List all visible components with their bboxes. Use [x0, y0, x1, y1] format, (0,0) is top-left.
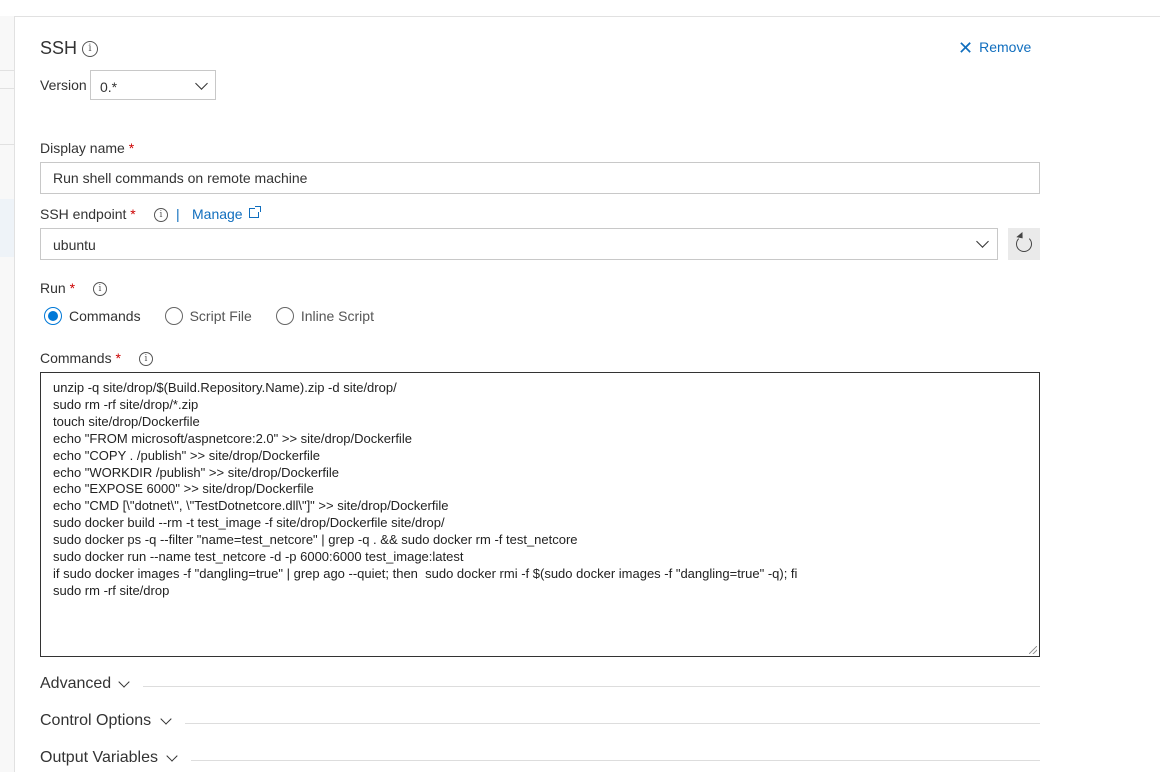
section-control-options[interactable]: Control Options: [40, 712, 1040, 734]
separator: |: [176, 206, 180, 222]
task-title: SSH: [40, 38, 78, 58]
radio-button[interactable]: [164, 307, 183, 325]
left-pane-item[interactable]: [0, 70, 14, 89]
refresh-button[interactable]: [1008, 228, 1040, 260]
commands-textarea[interactable]: unzip -q site/drop/$(Build.Repository.Na…: [40, 372, 1040, 657]
manage-link[interactable]: Manage: [192, 206, 261, 222]
display-name-label-text: Display name: [40, 140, 125, 156]
section-output-variables[interactable]: Output Variables: [40, 749, 1040, 771]
top-divider: [14, 16, 1160, 17]
radio-script-file[interactable]: Script File: [164, 307, 252, 325]
resize-grip-icon[interactable]: [1029, 646, 1037, 654]
ssh-endpoint-label: SSH endpoint *: [40, 206, 136, 222]
version-value: 0.*: [100, 79, 118, 95]
ssh-endpoint-select[interactable]: ubuntu: [40, 228, 998, 260]
display-name-label: Display name *: [40, 140, 134, 156]
info-icon[interactable]: i: [93, 282, 107, 296]
left-pane: [0, 16, 15, 772]
info-icon[interactable]: i: [82, 41, 98, 57]
manage-label: Manage: [192, 206, 243, 222]
required-mark: *: [128, 140, 135, 156]
section-divider: [185, 723, 1040, 724]
radio-commands[interactable]: Commands: [44, 307, 141, 325]
display-name-input[interactable]: Run shell commands on remote machine: [40, 162, 1040, 194]
section-title: Output Variables: [40, 749, 158, 766]
chevron-down-icon: [976, 235, 989, 248]
version-label: Version: [40, 77, 87, 93]
section-title: Advanced: [40, 675, 112, 692]
radio-label: Commands: [69, 308, 141, 324]
version-select[interactable]: 0.*: [90, 70, 216, 100]
radio-button-checked[interactable]: [44, 307, 62, 325]
radio-label: Script File: [189, 308, 252, 324]
left-pane-divider: [0, 144, 14, 145]
section-title: Control Options: [40, 712, 152, 729]
remove-button[interactable]: ✕ Remove: [958, 38, 1031, 59]
run-label-text: Run: [40, 280, 66, 296]
chevron-down-icon: [195, 77, 208, 90]
radio-inline-script[interactable]: Inline Script: [275, 307, 374, 325]
ssh-endpoint-value: ubuntu: [53, 237, 96, 253]
required-mark: *: [69, 280, 76, 296]
remove-label: Remove: [979, 39, 1032, 55]
external-link-icon: [248, 206, 261, 218]
chevron-down-icon: [160, 713, 172, 725]
close-icon: ✕: [958, 38, 974, 58]
left-pane-selected-item[interactable]: [0, 199, 14, 257]
chevron-down-icon: [166, 750, 178, 762]
info-icon[interactable]: i: [139, 352, 153, 366]
chevron-down-icon: [118, 676, 130, 688]
radio-button[interactable]: [275, 307, 294, 325]
commands-text[interactable]: unzip -q site/drop/$(Build.Repository.Na…: [53, 380, 797, 600]
run-radio-group: Commands Script File Inline Script: [44, 307, 398, 325]
section-advanced[interactable]: Advanced: [40, 675, 1040, 697]
required-mark: *: [115, 350, 121, 366]
commands-label: Commands *: [40, 350, 121, 366]
info-icon[interactable]: i: [154, 208, 168, 222]
required-mark: *: [130, 206, 136, 222]
run-label: Run *: [40, 280, 75, 296]
commands-label-text: Commands: [40, 350, 112, 366]
ssh-endpoint-label-text: SSH endpoint: [40, 206, 127, 222]
radio-label: Inline Script: [300, 308, 374, 324]
section-divider: [143, 686, 1040, 687]
section-divider: [191, 760, 1040, 761]
